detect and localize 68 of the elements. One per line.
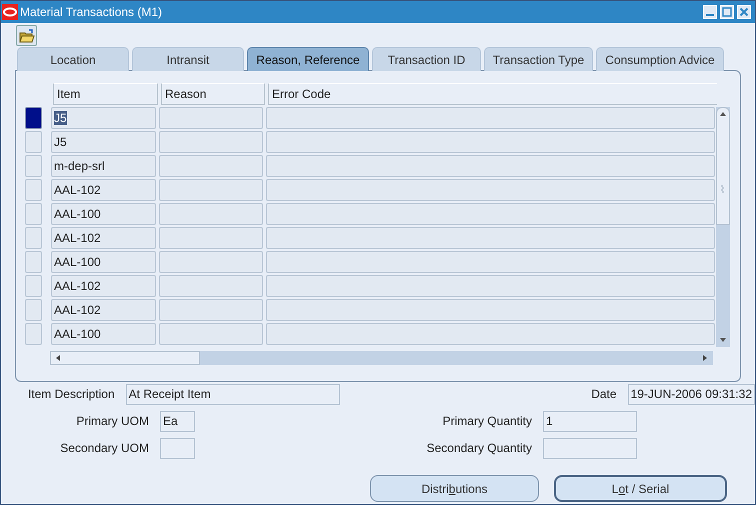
error-code-cell[interactable]: [266, 131, 715, 153]
tab[interactable]: Location: [17, 47, 129, 71]
tab[interactable]: Transaction ID: [372, 47, 481, 71]
item-cell[interactable]: AAL-102: [51, 275, 156, 297]
vertical-scrollbar[interactable]: [716, 107, 730, 347]
app-logo-icon: [2, 4, 18, 20]
tab[interactable]: Consumption Advice: [596, 47, 724, 71]
error-code-cell[interactable]: [266, 107, 715, 129]
error-code-cell[interactable]: [266, 155, 715, 177]
reason-cell[interactable]: [159, 107, 263, 129]
tab[interactable]: Intransit: [132, 47, 244, 71]
tab[interactable]: Reason, Reference: [247, 47, 369, 71]
close-icon[interactable]: [737, 5, 751, 19]
maximize-icon[interactable]: [720, 5, 734, 19]
action-button[interactable]: Lot / Serial: [554, 475, 727, 502]
scroll-down-icon[interactable]: [718, 337, 728, 343]
item-cell[interactable]: AAL-100: [51, 203, 156, 225]
column-header: Item: [53, 83, 158, 105]
field-label: Secondary UOM: [59, 441, 150, 455]
item-cell[interactable]: AAL-102: [51, 179, 156, 201]
item-cell[interactable]: J5: [51, 107, 156, 129]
reason-cell[interactable]: [159, 299, 263, 321]
horizontal-scrollbar[interactable]: [50, 351, 713, 365]
item-cell[interactable]: J5: [51, 131, 156, 153]
grip-icon: [720, 184, 726, 194]
open-folder-button[interactable]: [16, 25, 37, 46]
field-label: Primary UOM: [75, 414, 150, 428]
scroll-right-icon[interactable]: [701, 353, 709, 363]
column-header: Error Code: [268, 83, 717, 105]
reason-cell[interactable]: [159, 179, 263, 201]
scroll-left-icon[interactable]: [54, 353, 62, 363]
field-label: Primary Quantity: [442, 414, 533, 428]
reason-cell[interactable]: [159, 131, 263, 153]
field-label: Secondary Quantity: [426, 441, 533, 455]
field-label: Date: [590, 387, 618, 401]
minimize-icon[interactable]: [703, 5, 717, 19]
field-label: Item Description: [26, 387, 116, 401]
secondary-uom-field[interactable]: [160, 438, 195, 458]
reason-cell[interactable]: [159, 203, 263, 225]
date-field[interactable]: 19-JUN-2006 09:31:32: [628, 384, 755, 404]
secondary-quantity-field[interactable]: [543, 438, 637, 458]
column-header: Reason: [161, 83, 265, 105]
item-cell[interactable]: AAL-102: [51, 227, 156, 249]
error-code-cell[interactable]: [266, 203, 715, 225]
reason-cell[interactable]: [159, 227, 263, 249]
error-code-cell[interactable]: [266, 323, 715, 345]
action-button[interactable]: Distributions: [370, 475, 539, 502]
item-cell[interactable]: m-dep-srl: [51, 155, 156, 177]
item-cell[interactable]: AAL-100: [51, 251, 156, 273]
scroll-up-icon[interactable]: [718, 111, 728, 117]
error-code-cell[interactable]: [266, 299, 715, 321]
reason-cell[interactable]: [159, 275, 263, 297]
reason-cell[interactable]: [159, 323, 263, 345]
row-selector[interactable]: [25, 107, 42, 129]
window-title: Material Transactions (M1): [20, 5, 164, 19]
reason-cell[interactable]: [159, 155, 263, 177]
error-code-cell[interactable]: [266, 275, 715, 297]
item-cell[interactable]: AAL-102: [51, 299, 156, 321]
reason-cell[interactable]: [159, 251, 263, 273]
item-cell[interactable]: AAL-100: [51, 323, 156, 345]
error-code-cell[interactable]: [266, 179, 715, 201]
tab[interactable]: Transaction Type: [484, 47, 593, 71]
error-code-cell[interactable]: [266, 251, 715, 273]
primary-uom-field[interactable]: Ea: [160, 410, 195, 432]
primary-quantity-field[interactable]: 1: [543, 410, 637, 432]
item-description-field[interactable]: At Receipt Item: [126, 384, 340, 404]
error-code-cell[interactable]: [266, 227, 715, 249]
folder-icon: [18, 28, 34, 42]
